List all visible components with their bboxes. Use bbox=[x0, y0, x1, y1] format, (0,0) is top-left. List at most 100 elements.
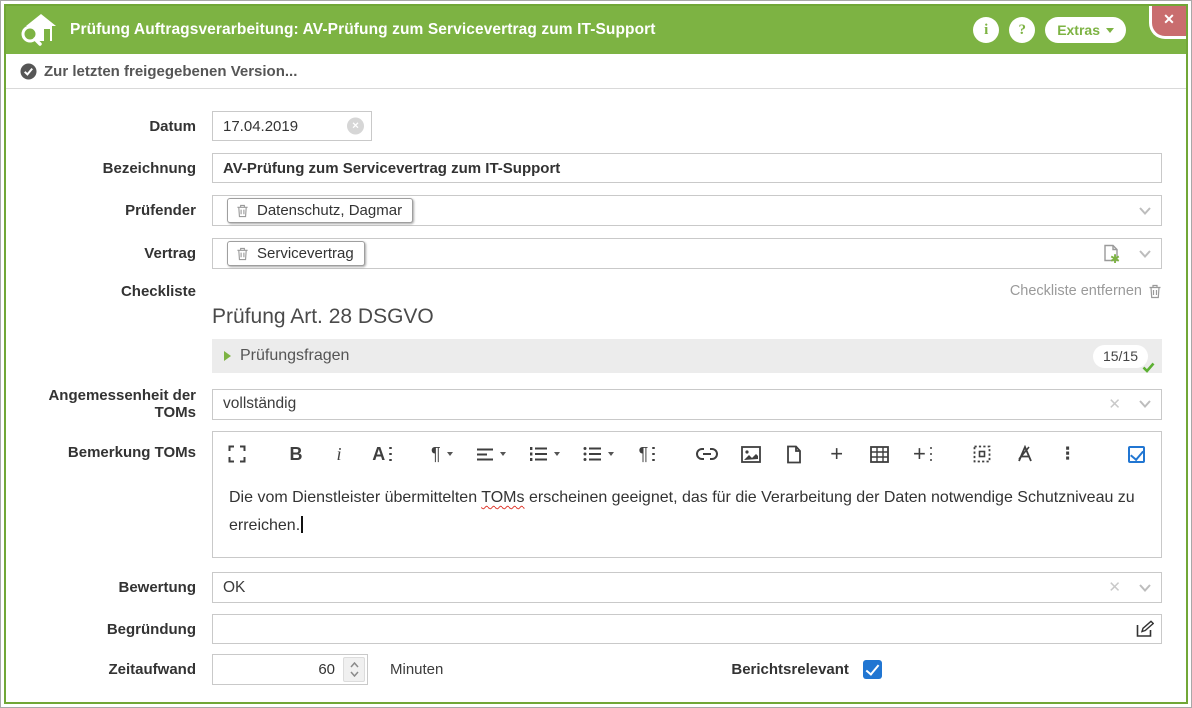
remove-checklist-link[interactable]: Checkliste entfernen bbox=[212, 281, 1162, 301]
bewertung-label: Bewertung bbox=[6, 579, 212, 596]
clear-format-icon[interactable] bbox=[1015, 443, 1035, 465]
minuten-label: Minuten bbox=[390, 661, 443, 678]
bemerkung-text-before: Die vom Dienstleister übermittelten bbox=[229, 489, 481, 506]
chevron-down-icon[interactable] bbox=[1139, 400, 1151, 408]
close-button[interactable]: ✕ bbox=[1149, 6, 1186, 39]
bezeichnung-label: Bezeichnung bbox=[6, 160, 212, 177]
pruefender-label: Prüfender bbox=[6, 202, 212, 219]
spinner-up-icon[interactable] bbox=[350, 662, 359, 668]
bewertung-value: OK bbox=[223, 579, 245, 597]
more-options-icon[interactable]: ⋮ bbox=[1058, 443, 1078, 465]
plus-icon[interactable]: + bbox=[827, 443, 847, 465]
progress-badge: 15/15 bbox=[1093, 345, 1148, 368]
fullscreen-icon[interactable] bbox=[227, 443, 247, 465]
edit-icon[interactable] bbox=[1136, 621, 1154, 638]
trash-icon bbox=[236, 247, 249, 261]
subheader-bar: Zur letzten freigegebenen Version... bbox=[6, 54, 1186, 89]
chevron-down-icon[interactable] bbox=[1139, 584, 1151, 592]
text-cursor bbox=[301, 516, 303, 533]
editor-checkbox[interactable] bbox=[1128, 446, 1145, 463]
select-all-icon[interactable] bbox=[972, 443, 992, 465]
row-angemessenheit: Angemessenheit der TOMs vollständig ✕ bbox=[6, 387, 1162, 421]
pruefender-token-label: Datenschutz, Dagmar bbox=[257, 202, 402, 219]
paragraph-icon[interactable]: ¶ bbox=[431, 443, 453, 465]
bezeichnung-input[interactable] bbox=[212, 153, 1162, 183]
vertrag-select[interactable]: Servicevertrag ✱ bbox=[212, 238, 1162, 269]
svg-text:✱: ✱ bbox=[1110, 252, 1120, 264]
unordered-list-icon[interactable] bbox=[583, 443, 614, 465]
trash-icon bbox=[1148, 284, 1162, 299]
bemerkung-label: Bemerkung TOMs bbox=[6, 431, 212, 461]
bewertung-select[interactable]: OK ✕ bbox=[212, 572, 1162, 603]
row-zeitaufwand: Zeitaufwand Minuten Berichtsrelevant bbox=[6, 654, 1162, 685]
page-title: Prüfung Auftragsverarbeitung: AV-Prüfung… bbox=[70, 21, 973, 39]
row-begruendung: Begründung bbox=[6, 614, 1162, 644]
berichtsrelevant-checkbox[interactable] bbox=[863, 660, 882, 679]
editor-text-area[interactable]: Die vom Dienstleister übermittelten TOMs… bbox=[213, 474, 1161, 557]
pruefender-select[interactable]: Datenschutz, Dagmar bbox=[212, 195, 1162, 226]
expand-triangle-icon bbox=[224, 351, 231, 361]
chevron-down-icon[interactable] bbox=[1139, 207, 1151, 215]
check-icon bbox=[1142, 362, 1155, 373]
clear-icon[interactable]: ✕ bbox=[1108, 580, 1121, 595]
clear-icon[interactable]: ✕ bbox=[1108, 397, 1121, 412]
file-icon[interactable] bbox=[784, 443, 804, 465]
vertrag-label: Vertrag bbox=[6, 245, 212, 262]
row-checkliste: Checkliste Checkliste entfernen Prüfung … bbox=[6, 281, 1162, 373]
help-button[interactable]: ? bbox=[1009, 17, 1035, 43]
ordered-list-icon[interactable] bbox=[529, 443, 560, 465]
image-icon[interactable] bbox=[741, 443, 761, 465]
remove-checklist-label: Checkliste entfernen bbox=[1010, 283, 1142, 299]
pruefender-token[interactable]: Datenschutz, Dagmar bbox=[227, 198, 413, 223]
checklist-title: Prüfung Art. 28 DSGVO bbox=[212, 305, 1162, 329]
window-frame: Prüfung Auftragsverarbeitung: AV-Prüfung… bbox=[0, 0, 1192, 708]
align-icon[interactable] bbox=[476, 443, 506, 465]
info-button[interactable]: i bbox=[973, 17, 999, 43]
berichtsrelevant-label: Berichtsrelevant bbox=[731, 661, 849, 678]
paragraph-style-icon[interactable]: ¶ bbox=[637, 443, 657, 465]
italic-icon[interactable]: i bbox=[329, 443, 349, 465]
spinner-down-icon[interactable] bbox=[350, 671, 359, 677]
dialog-window: Prüfung Auftragsverarbeitung: AV-Prüfung… bbox=[4, 4, 1188, 704]
checkliste-label: Checkliste bbox=[6, 281, 212, 300]
begruendung-input[interactable] bbox=[212, 614, 1162, 644]
vertrag-token-label: Servicevertrag bbox=[257, 245, 354, 262]
header-actions: i ? Extras bbox=[973, 17, 1126, 43]
table-add-icon[interactable]: + bbox=[913, 443, 933, 465]
vertrag-token[interactable]: Servicevertrag bbox=[227, 241, 365, 266]
row-bezeichnung: Bezeichnung bbox=[6, 153, 1162, 183]
zeitaufwand-label: Zeitaufwand bbox=[6, 661, 212, 678]
number-spinner[interactable] bbox=[343, 657, 365, 682]
link-icon[interactable] bbox=[696, 443, 718, 465]
row-bemerkung: Bemerkung TOMs B i A ¶ bbox=[6, 431, 1162, 558]
begruendung-label: Begründung bbox=[6, 621, 212, 638]
trash-icon bbox=[236, 204, 249, 218]
header-bar: Prüfung Auftragsverarbeitung: AV-Prüfung… bbox=[6, 6, 1186, 54]
check-circle-icon bbox=[20, 63, 37, 80]
chevron-down-icon bbox=[1106, 28, 1114, 33]
last-approved-version-link[interactable]: Zur letzten freigegebenen Version... bbox=[20, 63, 297, 80]
row-datum: Datum ✕ bbox=[6, 111, 1162, 141]
angemessenheit-select[interactable]: vollständig ✕ bbox=[212, 389, 1162, 420]
editor-toolbar: B i A ¶ bbox=[213, 432, 1161, 474]
version-link-label: Zur letzten freigegebenen Version... bbox=[44, 63, 297, 80]
clear-date-icon[interactable]: ✕ bbox=[347, 118, 364, 135]
form-content: Datum ✕ Bezeichnung Prüfender bbox=[6, 89, 1186, 685]
extras-button[interactable]: Extras bbox=[1045, 17, 1126, 43]
extras-label: Extras bbox=[1057, 22, 1100, 38]
bold-icon[interactable]: B bbox=[286, 443, 306, 465]
audit-home-icon bbox=[20, 13, 58, 47]
misspelled-word: TOMs bbox=[481, 489, 524, 506]
datum-label: Datum bbox=[6, 118, 212, 135]
font-styles-icon[interactable]: A bbox=[372, 443, 392, 465]
row-pruefender: Prüfender Datenschutz, Dagmar bbox=[6, 195, 1162, 226]
pruefungsfragen-section[interactable]: Prüfungsfragen 15/15 bbox=[212, 339, 1162, 373]
new-document-icon[interactable]: ✱ bbox=[1102, 244, 1121, 264]
angemessenheit-value: vollständig bbox=[223, 395, 296, 413]
row-vertrag: Vertrag Servicevertrag ✱ bbox=[6, 238, 1162, 269]
row-bewertung: Bewertung OK ✕ bbox=[6, 572, 1162, 603]
chevron-down-icon[interactable] bbox=[1139, 250, 1151, 258]
richtext-editor: B i A ¶ bbox=[212, 431, 1162, 558]
section-label: Prüfungsfragen bbox=[240, 347, 1093, 365]
table-icon[interactable] bbox=[870, 443, 890, 465]
